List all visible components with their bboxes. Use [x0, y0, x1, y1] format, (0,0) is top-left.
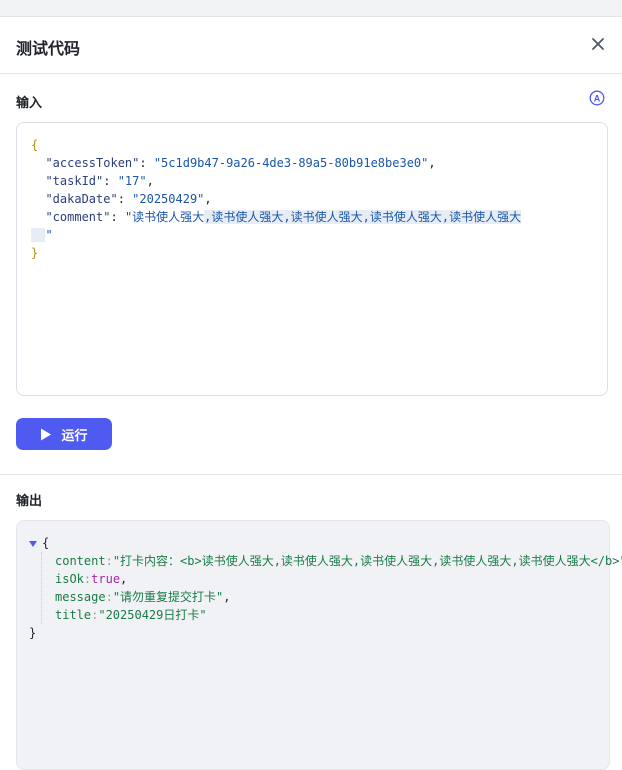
- code-key: "comment": [45, 210, 111, 224]
- close-icon[interactable]: [588, 34, 608, 54]
- output-value: "20250429日打卡": [98, 608, 207, 622]
- output-value: "打卡内容：<b>读书使人强大,读书使人强大,读书使人强大,读书使人强大,读书使…: [112, 554, 622, 568]
- output-entry: message:"请勿重复提交打卡",: [55, 590, 231, 604]
- output-value: true: [91, 572, 121, 586]
- input-code-editor[interactable]: { "accessToken": "5c1d9b47-9a26-4de3-89a…: [16, 122, 608, 396]
- dialog-header: 测试代码: [0, 17, 622, 74]
- output-key: content: [55, 554, 106, 568]
- output-key: message: [55, 590, 106, 604]
- code-value: "17": [117, 174, 147, 188]
- output-entry: isOk:true,: [55, 572, 128, 586]
- code-value: ": [45, 228, 53, 242]
- section-divider: [0, 474, 622, 475]
- format-icon[interactable]: A: [589, 90, 605, 106]
- output-value: "请勿重复提交打卡": [112, 590, 224, 604]
- input-code[interactable]: { "accessToken": "5c1d9b47-9a26-4de3-89a…: [31, 136, 522, 262]
- output-entry: title:"20250429日打卡": [55, 608, 207, 622]
- output-json: { content:"打卡内容：<b>读书使人强大,读书使人强大,读书使人强大,…: [29, 534, 622, 642]
- code-value: "5c1d9b47-9a26-4de3-89a5-80b91e8be3e0": [153, 156, 429, 170]
- code-key: "accessToken": [45, 156, 140, 170]
- run-button-label: 运行: [61, 428, 88, 444]
- code-open-brace: {: [31, 138, 39, 152]
- run-button[interactable]: 运行: [16, 418, 112, 450]
- code-close-brace: }: [31, 246, 39, 260]
- code-key: "taskId": [45, 174, 104, 188]
- output-open-brace: {: [42, 536, 50, 550]
- play-icon: [41, 428, 52, 440]
- output-key: title: [55, 608, 92, 622]
- code-key: "dakaDate": [45, 192, 118, 206]
- input-section-label: 输入: [16, 96, 43, 111]
- output-section-label: 输出: [16, 494, 43, 509]
- output-close-brace: }: [29, 626, 37, 640]
- top-strip: [0, 0, 622, 17]
- output-panel: { content:"打卡内容：<b>读书使人强大,读书使人强大,读书使人强大,…: [16, 520, 622, 770]
- code-value: "读书使人强大: [124, 210, 205, 224]
- code-value: "20250429": [132, 192, 205, 206]
- collapse-caret-icon[interactable]: [29, 540, 37, 547]
- output-entry: content:"打卡内容：<b>读书使人强大,读书使人强大,读书使人强大,读书…: [55, 552, 622, 570]
- svg-text:A: A: [594, 94, 601, 104]
- code-selection: ,读书使人强大,读书使人强大,读书使人强大,读书使人强大: [204, 210, 522, 224]
- output-key: isOk: [55, 572, 84, 586]
- dialog-title: 测试代码: [16, 39, 81, 58]
